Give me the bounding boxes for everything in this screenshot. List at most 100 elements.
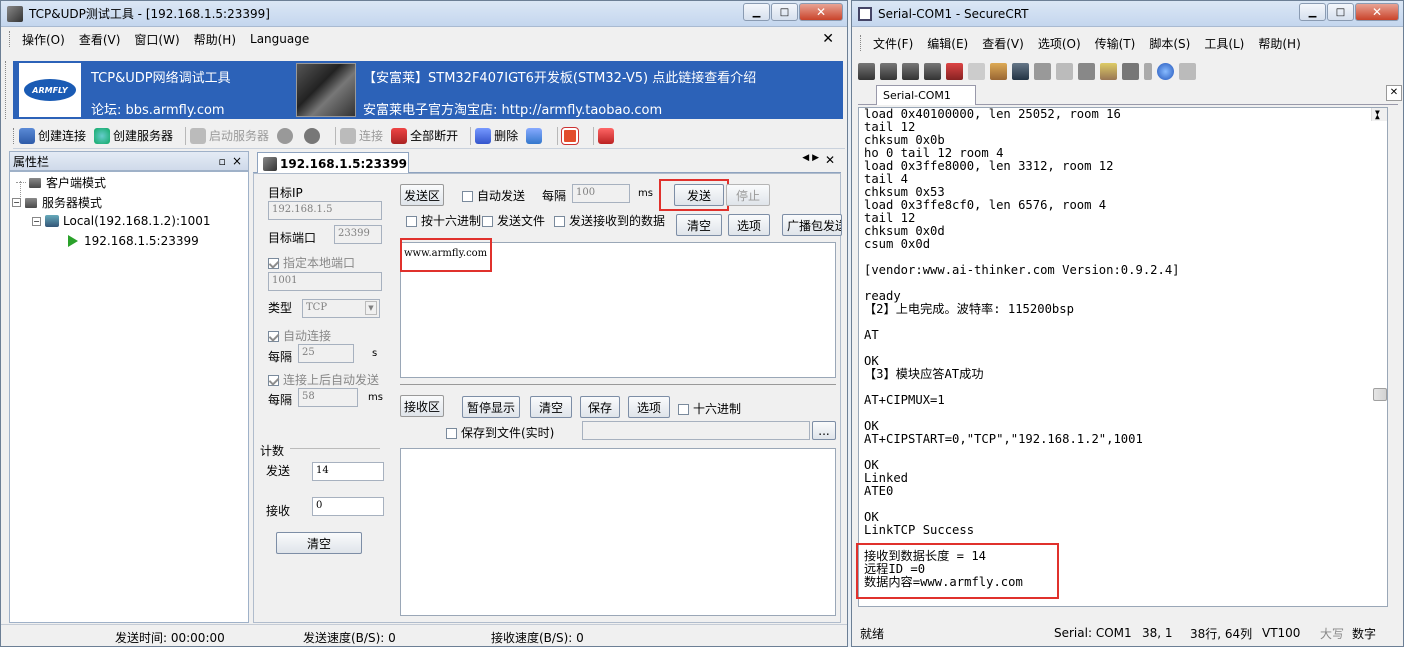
create-server-button[interactable]: 创建服务器 [94,127,173,144]
tab-close-icon[interactable]: ✕ [1386,85,1402,101]
minimize-button[interactable]: ▁ [1299,3,1326,21]
local-port-checkbox[interactable]: 指定本地端口 [268,254,355,271]
close-button[interactable]: ✕ [799,3,843,21]
maximize-button[interactable]: □ [771,3,798,21]
broadcast-send-button[interactable]: 广播包发送 [782,214,842,236]
menu-help[interactable]: 帮助(H) [1251,35,1307,52]
disconnect-all-button[interactable]: 全部断开 [391,127,458,144]
ad-banner[interactable]: ARMFLY TCP&UDP网络调试工具 论坛: bbs.armfly.com … [13,61,843,119]
mdi-close-icon[interactable]: ✕ [815,31,841,47]
recv-clear-button[interactable]: 清空 [530,396,572,418]
banner-board-link[interactable]: 【安富莱】STM32F407IGT6开发板(STM32-V5) 点此链接查看介绍 [363,67,756,86]
keymap-icon[interactable] [1179,62,1196,80]
global-options-icon[interactable] [1122,62,1139,80]
tab-connection[interactable]: 192.168.1.5:23399 [257,152,409,174]
send-options-button[interactable]: 选项 [728,214,770,236]
dev-board-image [296,63,356,117]
tree-item-client-mode[interactable]: 客户端模式 [16,174,106,191]
key-icon[interactable] [1144,62,1152,80]
session-options-icon[interactable] [1100,62,1117,80]
send-clear-button[interactable]: 清空 [676,214,722,236]
tab-close-icon[interactable]: ✕ [825,153,835,167]
send-received-checkbox[interactable]: 发送接收到的数据 [554,212,665,229]
menu-operate[interactable]: 操作(O) [15,31,72,48]
banner-shop-link[interactable]: 安富莱电子官方淘宝店: http://armfly.taobao.com [363,99,662,118]
help-icon[interactable] [1157,62,1174,80]
save-to-file-checkbox[interactable]: 保存到文件(实时) [446,424,554,441]
collapse-icon[interactable]: − [12,198,21,207]
recv-textarea[interactable] [400,448,836,616]
printer-icon[interactable] [1078,62,1095,80]
menu-transfer[interactable]: 传输(T) [1088,35,1143,52]
tree-item-local-server[interactable]: − Local(192.168.1.2):1001 [32,214,211,228]
recv-save-button[interactable]: 保存 [580,396,620,418]
quick-connect-icon[interactable] [880,62,897,80]
stop-button[interactable] [304,127,323,144]
clear-count-button[interactable]: 清空 [276,532,362,554]
menu-script[interactable]: 脚本(S) [1142,35,1197,52]
pin-icon[interactable]: ▫ [219,155,226,168]
tab-prev-icon[interactable]: ◀ ▶ [802,153,819,163]
disconnect-icon[interactable] [946,62,963,80]
send-hex-checkbox[interactable]: 按十六进制 [406,212,481,229]
reconnect-icon[interactable] [924,62,941,80]
gear-button[interactable] [277,127,296,144]
connect-button[interactable]: 连接 [340,127,383,144]
menu-view[interactable]: 查看(V) [975,35,1031,52]
menu-language[interactable]: Language [243,32,316,46]
menu-view[interactable]: 查看(V) [72,31,128,48]
right-title-bar[interactable]: Serial-COM1 - SecureCRT ▁ □ ✕ [852,1,1403,27]
minimize-button[interactable]: ▁ [743,3,770,21]
tab-serial-com1[interactable]: Serial-COM1 [876,85,976,105]
left-title-bar[interactable]: TCP&UDP测试工具 - [192.168.1.5:23399] ▁ □ ✕ [1,1,847,27]
terminal-output[interactable]: load 0x40100000, len 25052, room 16 tail … [858,107,1388,607]
connect-tab-icon[interactable] [902,62,919,80]
connect-icon[interactable] [858,62,875,80]
local-port-field[interactable]: 1001 [268,272,382,291]
send-file-checkbox[interactable]: 发送文件 [482,212,545,229]
print-icon[interactable] [1034,62,1051,80]
collapse-icon[interactable]: − [32,216,41,226]
menu-window[interactable]: 窗口(W) [127,31,186,48]
type-select[interactable]: TCP ▼ [302,299,380,318]
scroll-down-icon[interactable]: ▼ [1375,106,1380,119]
find-icon[interactable] [1012,62,1029,80]
tree-item-remote-client[interactable]: 192.168.1.5:23399 [68,234,199,248]
print-preview-icon[interactable] [1056,62,1073,80]
scrollbar-thumb[interactable] [1373,388,1387,401]
network-button[interactable] [526,127,545,144]
auto-connect-checkbox[interactable]: 自动连接 [268,327,331,344]
copy-icon[interactable] [968,62,985,80]
paste-icon[interactable] [990,62,1007,80]
menu-help[interactable]: 帮助(H) [187,31,243,48]
auto-send-checkbox[interactable]: 自动发送 [462,187,525,204]
auto-send-after-connect-checkbox[interactable]: 连接上后自动发送 [268,371,379,388]
auto-send-interval-field[interactable]: 58 [298,388,358,407]
delete-button[interactable]: 删除 [475,127,518,144]
recv-options-button[interactable]: 选项 [628,396,670,418]
create-connection-button[interactable]: 创建连接 [19,127,86,144]
target-ip-field[interactable]: 192.168.1.5 [268,201,382,220]
reconnect-interval-field[interactable]: 25 [298,344,354,363]
menu-edit[interactable]: 编辑(E) [920,35,975,52]
menu-tools[interactable]: 工具(L) [1197,35,1251,52]
tree-item-server-mode[interactable]: − 服务器模式 [12,194,102,211]
banner-forum[interactable]: 论坛: bbs.armfly.com [91,99,225,118]
menu-options[interactable]: 选项(O) [1031,35,1088,52]
pause-display-button[interactable]: 暂停显示 [462,396,520,418]
recv-hex-checkbox[interactable]: 十六进制 [678,400,741,417]
menu-file[interactable]: 文件(F) [866,35,920,52]
target-port-field[interactable]: 23399 [334,225,382,244]
browse-button[interactable]: ... [812,421,836,440]
maximize-button[interactable]: □ [1327,3,1354,21]
save-file-path-field[interactable] [582,421,810,440]
record-button[interactable] [561,126,581,145]
close-button[interactable]: ✕ [1355,3,1399,21]
terminal-scrollbar[interactable]: ▲ ▼ [1371,106,1387,401]
send-interval-field[interactable]: 100 [572,184,630,203]
stop-send-button[interactable]: 停止 [726,184,770,206]
start-server-button[interactable]: 启动服务器 [190,127,269,144]
tools-button[interactable] [598,127,617,144]
sidebar-close-icon[interactable]: × [232,154,242,168]
connect-icon [340,127,357,144]
